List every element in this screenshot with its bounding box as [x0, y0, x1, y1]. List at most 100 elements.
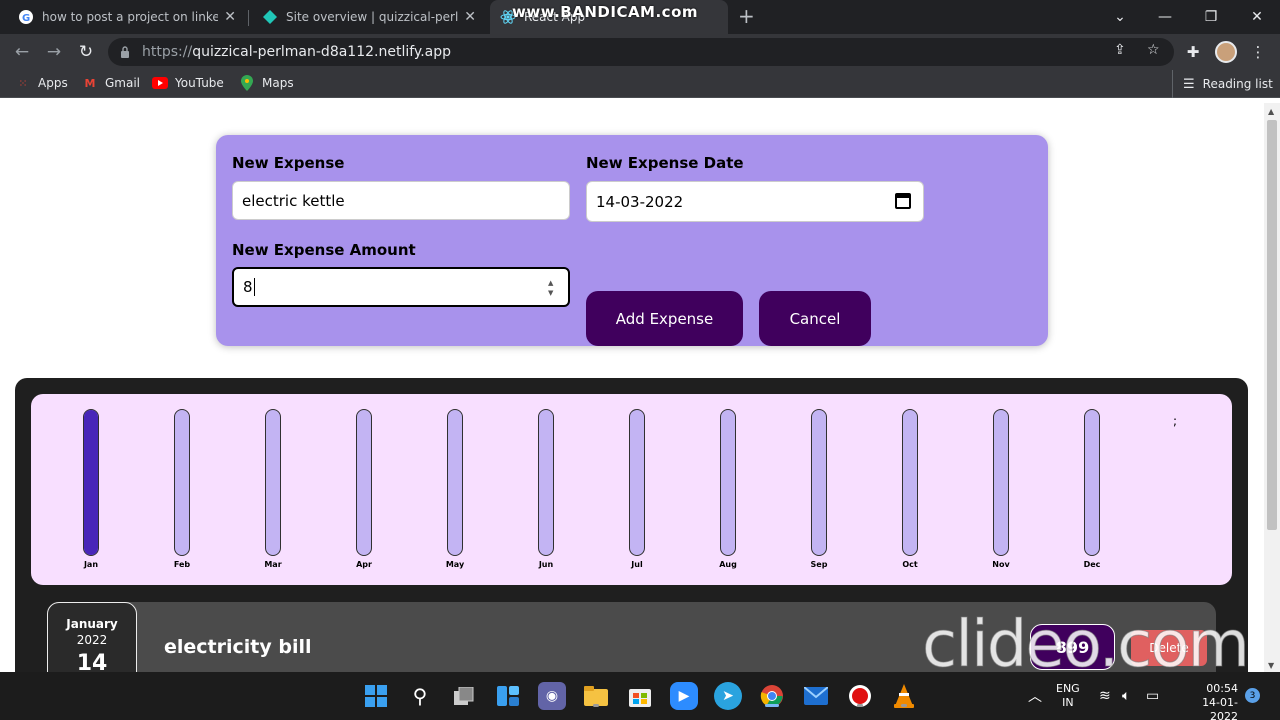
language-indicator[interactable]: ENG IN — [1056, 682, 1080, 710]
text-caret — [253, 278, 255, 296]
profile-avatar[interactable] — [1215, 41, 1237, 63]
tab-netlify[interactable]: Site overview | quizzical-perlman ✕ — [252, 0, 486, 34]
extensions-icon[interactable]: ✚ — [1181, 40, 1205, 64]
wifi-icon[interactable]: ≋ — [1099, 672, 1111, 720]
chart-bar-mar: Mar — [243, 409, 303, 569]
cancel-button[interactable]: Cancel — [759, 291, 871, 346]
menu-icon[interactable]: ⋮ — [1246, 40, 1270, 64]
notification-badge[interactable]: 3 — [1245, 688, 1260, 703]
widgets-icon[interactable] — [494, 682, 522, 710]
chart-bar-apr: Apr — [334, 409, 394, 569]
chart-bar-label: Nov — [992, 560, 1010, 569]
chart-bar-jul: Jul — [607, 409, 667, 569]
show-hidden-icons[interactable]: ︿ — [1028, 672, 1042, 720]
chart-bar-track — [265, 409, 281, 556]
bookmark-star-icon[interactable]: ☆ — [1147, 42, 1160, 58]
zoom-icon[interactable]: ▶ — [670, 682, 698, 710]
lang-bottom: IN — [1062, 696, 1074, 709]
bandicam-icon[interactable] — [846, 682, 874, 710]
chart-bar-jun: Jun — [516, 409, 576, 569]
chart-bar-label: Oct — [902, 560, 918, 569]
teams-chat-icon[interactable]: ◉ — [538, 682, 566, 710]
bandicam-watermark: www.BANDICAM.com — [512, 3, 699, 21]
chart-bar-label: Jul — [631, 560, 643, 569]
forward-icon[interactable]: → — [42, 40, 66, 64]
close-tab-icon[interactable]: ✕ — [224, 9, 236, 25]
add-expense-button[interactable]: Add Expense — [586, 291, 743, 346]
chart-bar-label: Sep — [810, 560, 828, 569]
chart-bar-track — [993, 409, 1009, 556]
netlify-icon — [263, 10, 277, 24]
date-label: New Expense Date — [586, 154, 744, 172]
chrome-icon[interactable] — [758, 682, 786, 710]
running-indicator — [765, 704, 779, 707]
store-icon[interactable] — [626, 682, 654, 710]
title-input-value: electric kettle — [242, 191, 345, 210]
close-window-icon[interactable]: ✕ — [1234, 0, 1280, 34]
page-scrollbar[interactable]: ▲ ▼ — [1264, 103, 1280, 672]
chart-bar-track — [447, 409, 463, 556]
stray-text: ; — [1173, 414, 1178, 428]
bookmark-youtube[interactable]: YouTube — [152, 75, 224, 91]
bookmark-apps[interactable]: ⁙ Apps — [15, 75, 67, 91]
mail-icon[interactable] — [802, 682, 830, 710]
chart-bar-sep: Sep — [789, 409, 849, 569]
tab-divider — [248, 10, 249, 26]
bookmark-label: Maps — [262, 76, 294, 90]
amount-label: New Expense Amount — [232, 241, 416, 259]
title-label: New Expense — [232, 154, 345, 172]
scroll-down-icon[interactable]: ▼ — [1268, 661, 1274, 670]
amount-input-value: 8 — [243, 278, 253, 296]
chart-bar-track — [902, 409, 918, 556]
number-stepper[interactable]: ▲ ▼ — [548, 278, 556, 298]
restore-icon[interactable]: ❐ — [1188, 0, 1234, 34]
reload-icon[interactable]: ↻ — [74, 40, 98, 64]
running-indicator — [857, 704, 863, 707]
tab-label: Site overview | quizzical-perlman — [286, 10, 459, 24]
minimize-icon[interactable]: — — [1142, 0, 1188, 34]
chart-bar-label: Dec — [1083, 560, 1101, 569]
title-input[interactable]: electric kettle — [232, 181, 570, 220]
telegram-icon[interactable]: ➤ — [714, 682, 742, 710]
address-bar[interactable]: https://quizzical-perlman-d8a112.netlify… — [108, 38, 1174, 66]
scroll-up-icon[interactable]: ▲ — [1268, 107, 1274, 116]
bookmark-gmail[interactable]: M Gmail — [82, 75, 141, 91]
share-icon[interactable]: ⇪ — [1114, 42, 1126, 58]
gmail-icon: M — [84, 76, 96, 90]
chart-bar-label: Apr — [356, 560, 372, 569]
file-explorer-icon[interactable] — [582, 682, 610, 710]
chart-bar-feb: Feb — [152, 409, 212, 569]
scrollbar-thumb[interactable] — [1267, 120, 1277, 530]
expenses-chart: ; Jan Feb Mar Apr May Jun Jul Aug Sep Oct Nov Dec — [31, 394, 1232, 585]
search-icon[interactable]: ⚲ — [406, 682, 434, 710]
lock-icon — [121, 46, 129, 58]
amount-input[interactable]: 8 ▲ ▼ — [232, 267, 570, 307]
chart-bar-oct: Oct — [880, 409, 940, 569]
reading-list-button[interactable]: ☰ Reading list — [1172, 70, 1273, 98]
tab-search-icon[interactable]: ⌄ — [1097, 0, 1143, 34]
running-indicator — [593, 704, 599, 707]
youtube-icon — [152, 75, 168, 91]
bookmark-maps[interactable]: Maps — [239, 75, 294, 91]
task-view-icon[interactable] — [450, 682, 478, 710]
url-text: https://quizzical-perlman-d8a112.netlify… — [142, 44, 451, 60]
bookmark-label: Gmail — [105, 76, 141, 90]
start-icon[interactable] — [362, 682, 390, 710]
tab-google-search[interactable]: G how to post a project on linkedin ✕ — [8, 0, 246, 34]
chart-bar-track — [811, 409, 827, 556]
chart-bar-label: Mar — [264, 560, 282, 569]
expense-date: January 2022 14 — [47, 602, 137, 672]
volume-icon[interactable]: 🔈︎ — [1122, 672, 1130, 720]
clideo-watermark: clideo.com — [922, 608, 1251, 683]
system-clock[interactable]: 00:54 14-01-2022 — [1178, 682, 1238, 720]
date-input[interactable]: 14-03-2022 — [586, 181, 924, 222]
bookmark-label: YouTube — [175, 76, 224, 90]
vlc-icon[interactable] — [890, 682, 918, 710]
url-host: quizzical-perlman-d8a112.netlify.app — [192, 44, 452, 60]
close-tab-icon[interactable]: ✕ — [464, 9, 476, 25]
clock-date: 14-01-2022 — [1202, 696, 1238, 720]
back-icon[interactable]: ← — [10, 40, 34, 64]
battery-icon[interactable]: ▭ — [1146, 672, 1159, 720]
new-tab-icon[interactable]: + — [738, 4, 755, 28]
calendar-icon[interactable] — [895, 193, 911, 209]
